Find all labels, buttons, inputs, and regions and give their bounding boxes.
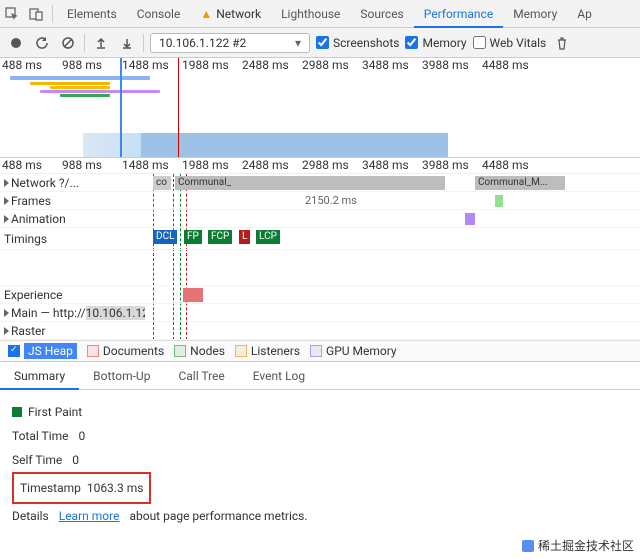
details-tabs: Summary Bottom-Up Call Tree Event Log bbox=[0, 362, 640, 390]
overview-ruler: 488 ms988 ms1488 ms1988 ms2488 ms2988 ms… bbox=[0, 58, 640, 74]
warning-icon: ▲ bbox=[200, 7, 212, 21]
expand-icon bbox=[4, 197, 9, 205]
timing-tag-dcl[interactable]: DCL bbox=[153, 230, 177, 244]
screenshots-checkbox[interactable]: Screenshots bbox=[316, 36, 399, 50]
first-paint-row: First Paint bbox=[12, 400, 628, 424]
tab-elements[interactable]: Elements bbox=[57, 0, 127, 28]
mem-check-gpu-memory[interactable]: GPU Memory bbox=[310, 344, 397, 358]
cls-marker[interactable] bbox=[183, 288, 203, 302]
mem-check-nodes[interactable]: Nodes bbox=[174, 344, 225, 358]
memory-legend: JS Heap Documents Nodes Listeners GPU Memory bbox=[0, 340, 640, 362]
learn-more-link[interactable]: Learn more bbox=[59, 504, 120, 528]
mem-check-documents[interactable]: Documents bbox=[87, 344, 164, 358]
tab-lighthouse[interactable]: Lighthouse bbox=[271, 0, 350, 28]
memory-checkbox[interactable]: Memory bbox=[405, 36, 466, 50]
expand-icon bbox=[4, 215, 9, 223]
separator bbox=[143, 34, 144, 52]
network-item[interactable]: Communal_ bbox=[175, 176, 445, 190]
expand-icon bbox=[4, 309, 9, 317]
timings-track[interactable]: Timings DCLFPFCPLLCP bbox=[0, 228, 640, 250]
network-track[interactable]: Network ?/... co Communal_ Communal_M... bbox=[0, 174, 640, 192]
timing-tag-l[interactable]: L bbox=[239, 230, 250, 244]
timing-tag-fp[interactable]: FP bbox=[184, 230, 202, 244]
raster-track[interactable]: Raster bbox=[0, 322, 640, 340]
self-time-row: Self Time0 bbox=[12, 448, 628, 472]
mem-check-listeners[interactable]: Listeners bbox=[235, 344, 300, 358]
tab-performance[interactable]: Performance bbox=[414, 0, 503, 28]
overview-tracks bbox=[0, 74, 640, 134]
expand-icon bbox=[4, 327, 9, 335]
save-profile-button[interactable] bbox=[117, 33, 137, 53]
reload-record-button[interactable] bbox=[32, 33, 52, 53]
clear-button[interactable] bbox=[58, 33, 78, 53]
cpu-chart bbox=[0, 133, 640, 157]
fp-swatch bbox=[12, 407, 22, 417]
frames-track[interactable]: Frames 2150.2 ms bbox=[0, 192, 640, 210]
summary-panel: First Paint Total Time0 Self Time0 Times… bbox=[0, 390, 640, 538]
delete-button[interactable] bbox=[552, 33, 572, 53]
mem-check-js-heap[interactable]: JS Heap bbox=[8, 343, 77, 359]
performance-toolbar: 10.106.1.122 #2▾ Screenshots Memory Web … bbox=[0, 28, 640, 58]
tab-eventlog[interactable]: Event Log bbox=[239, 362, 319, 390]
juejin-logo-icon bbox=[522, 540, 534, 552]
network-item[interactable]: co bbox=[153, 176, 171, 190]
network-item[interactable]: Communal_M... bbox=[475, 176, 565, 190]
inspect-icon[interactable] bbox=[0, 0, 24, 28]
timeline-overview[interactable]: 488 ms988 ms1488 ms1988 ms2488 ms2988 ms… bbox=[0, 58, 640, 158]
separator bbox=[52, 5, 53, 23]
main-url-highlight: 10.106.1.122 bbox=[86, 306, 145, 320]
tab-memory[interactable]: Memory bbox=[503, 0, 567, 28]
tab-bottomup[interactable]: Bottom-Up bbox=[79, 362, 164, 390]
separator bbox=[84, 34, 85, 52]
details-row: DetailsLearn moreabout page performance … bbox=[12, 504, 628, 528]
tab-console[interactable]: Console bbox=[127, 0, 191, 28]
animation-track[interactable]: Animation bbox=[0, 210, 640, 228]
load-profile-button[interactable] bbox=[91, 33, 111, 53]
expand-icon bbox=[4, 179, 9, 187]
flamechart-tracks: Network ?/... co Communal_ Communal_M...… bbox=[0, 174, 640, 340]
tab-calltree[interactable]: Call Tree bbox=[164, 362, 238, 390]
flamechart-ruler: 488 ms988 ms1488 ms1988 ms2488 ms2988 ms… bbox=[0, 158, 640, 174]
overview-marker bbox=[178, 58, 179, 157]
overview-playhead[interactable] bbox=[120, 58, 122, 157]
frame-duration: 2150.2 ms bbox=[305, 194, 357, 207]
main-track[interactable]: Main — http://10.106.1.122/gildataDesign… bbox=[0, 304, 640, 322]
tab-summary[interactable]: Summary bbox=[0, 362, 79, 390]
profile-selector[interactable]: 10.106.1.122 #2▾ bbox=[150, 33, 310, 53]
frame-marker bbox=[495, 195, 503, 207]
timestamp-row: Timestamp 1063.3 ms bbox=[12, 472, 628, 504]
webvitals-checkbox[interactable]: Web Vitals bbox=[473, 36, 547, 50]
spacer-track bbox=[0, 250, 640, 286]
animation-marker bbox=[465, 213, 475, 225]
experience-track[interactable]: Experience bbox=[0, 286, 640, 304]
tab-overflow[interactable]: Ap bbox=[567, 0, 602, 28]
total-time-row: Total Time0 bbox=[12, 424, 628, 448]
tab-sources[interactable]: Sources bbox=[350, 0, 413, 28]
record-button[interactable] bbox=[6, 33, 26, 53]
watermark: 稀土掘金技术社区 bbox=[522, 537, 634, 554]
tab-network[interactable]: ▲Network bbox=[190, 0, 271, 28]
chevron-down-icon: ▾ bbox=[295, 36, 301, 50]
timing-tag-fcp[interactable]: FCP bbox=[208, 230, 232, 244]
devtools-tabbar: Elements Console ▲Network Lighthouse Sou… bbox=[0, 0, 640, 28]
device-icon[interactable] bbox=[24, 0, 48, 28]
timing-tag-lcp[interactable]: LCP bbox=[256, 230, 280, 244]
